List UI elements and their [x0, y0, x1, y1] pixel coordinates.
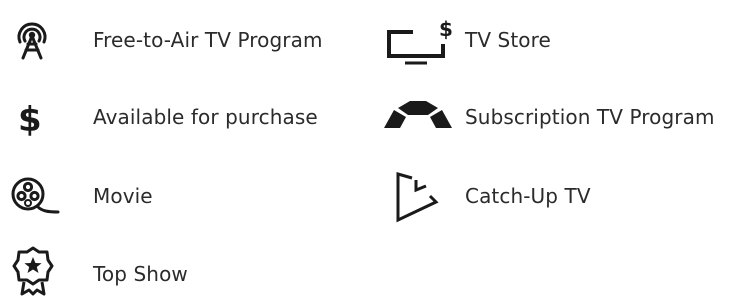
svg-text:$: $	[439, 17, 453, 41]
subscription-arc-icon	[382, 100, 454, 134]
legend-label: TV Store	[465, 28, 551, 52]
legend-item-top-show: Top Show	[0, 246, 360, 302]
tv-store-icon: $	[375, 14, 455, 66]
legend-item-tv-store: $ TV Store	[0, 14, 730, 70]
legend-label: Top Show	[93, 262, 188, 286]
legend-label: Catch-Up TV	[465, 184, 591, 208]
award-badge-icon	[12, 246, 54, 300]
legend-item-subscription: Subscription TV Program	[0, 92, 730, 148]
catch-up-play-icon	[392, 170, 442, 226]
legend-label: Subscription TV Program	[465, 105, 715, 129]
legend-item-catch-up: Catch-Up TV	[0, 170, 730, 226]
icon-legend: Free-to-Air TV Program $ TV Store $ Avai…	[0, 0, 730, 298]
